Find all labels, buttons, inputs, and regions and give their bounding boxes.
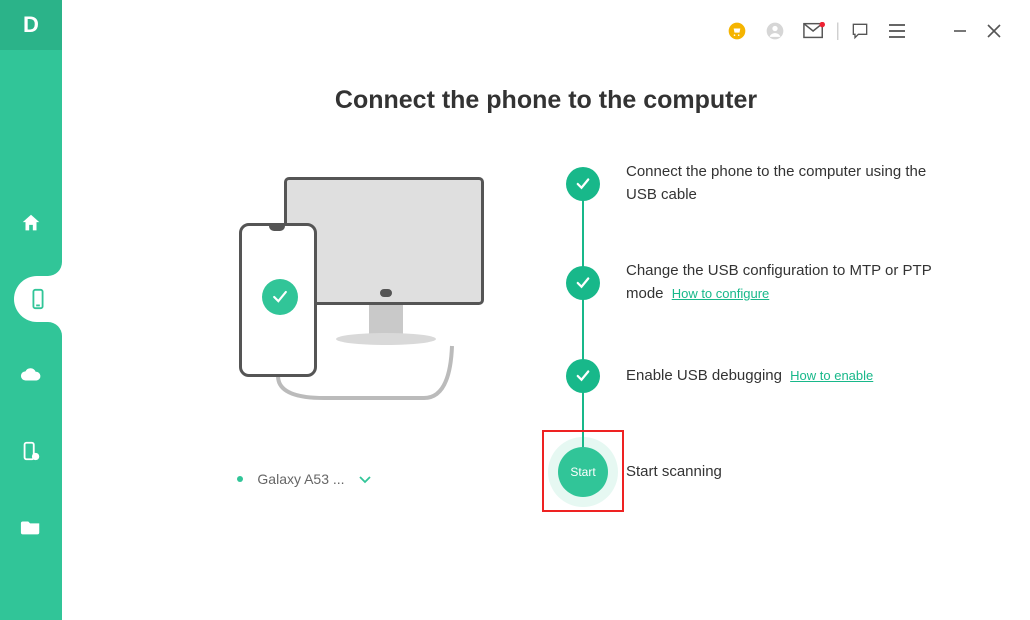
configure-link[interactable]: How to configure xyxy=(672,286,770,301)
step-3: Enable USB debugging How to enable xyxy=(566,359,1030,393)
step-text: Enable USB debugging How to enable xyxy=(626,365,873,388)
step-2: Change the USB configuration to MTP or P… xyxy=(566,260,1030,305)
user-icon xyxy=(765,21,785,41)
sidebar-item-home[interactable] xyxy=(0,200,62,246)
status-dot-icon xyxy=(237,476,243,482)
step-start: Start Start scanning xyxy=(558,447,1030,497)
titlebar-divider: | xyxy=(835,20,840,41)
phone-connected-check-icon xyxy=(262,279,298,315)
chat-icon xyxy=(850,21,870,41)
mail-icon xyxy=(803,22,825,40)
phone-icon xyxy=(27,288,49,310)
cloud-icon xyxy=(20,364,42,386)
device-transfer-icon xyxy=(20,440,42,462)
check-icon xyxy=(566,266,600,300)
steps-panel: Connect the phone to the computer using … xyxy=(546,161,1030,497)
minimize-icon xyxy=(952,23,968,39)
page-title: Connect the phone to the computer xyxy=(62,86,1030,115)
start-scanning-label: Start scanning xyxy=(626,461,722,484)
cart-icon xyxy=(727,21,747,41)
check-icon xyxy=(566,359,600,393)
cart-button[interactable] xyxy=(727,21,747,41)
step-text: Connect the phone to the computer using … xyxy=(626,161,946,206)
sidebar-item-device-backup[interactable] xyxy=(0,428,62,474)
step-connector-line xyxy=(582,189,584,469)
hamburger-icon xyxy=(888,23,906,39)
sidebar-item-phone[interactable] xyxy=(14,276,62,322)
menu-button[interactable] xyxy=(888,23,906,39)
close-icon xyxy=(986,23,1002,39)
connection-illustration: Galaxy A53 ... xyxy=(62,161,546,497)
sidebar-item-folder[interactable] xyxy=(0,504,62,550)
main-content: | Connect the phone to the computer xyxy=(62,0,1030,620)
device-selector[interactable]: Galaxy A53 ... xyxy=(227,469,380,489)
device-name: Galaxy A53 ... xyxy=(257,471,344,487)
enable-link[interactable]: How to enable xyxy=(790,368,873,383)
user-button[interactable] xyxy=(765,21,785,41)
sidebar: D xyxy=(0,0,62,620)
step-1: Connect the phone to the computer using … xyxy=(566,161,1030,206)
feedback-button[interactable] xyxy=(850,21,870,41)
check-icon xyxy=(566,167,600,201)
chevron-down-icon xyxy=(359,471,371,487)
mail-button[interactable] xyxy=(803,22,825,40)
sidebar-item-cloud[interactable] xyxy=(0,352,62,398)
home-icon xyxy=(20,212,42,234)
start-button[interactable]: Start xyxy=(558,447,608,497)
titlebar: | xyxy=(727,20,1002,41)
minimize-button[interactable] xyxy=(952,23,968,39)
close-button[interactable] xyxy=(986,23,1002,39)
app-logo: D xyxy=(0,0,62,50)
logo-letter: D xyxy=(23,12,39,38)
folder-icon xyxy=(20,516,42,538)
step-text: Change the USB configuration to MTP or P… xyxy=(626,260,946,305)
